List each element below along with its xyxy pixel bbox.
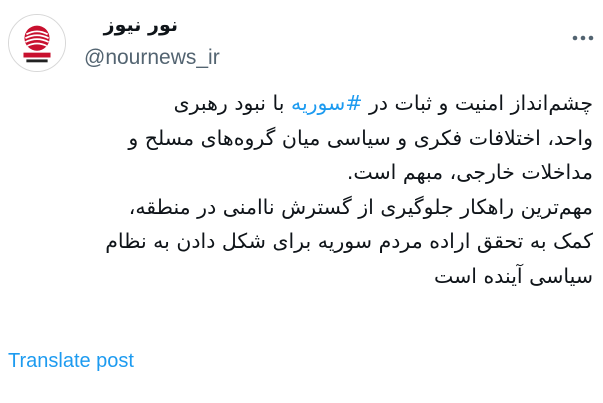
post-line: مهم‌ترین راهکار جلوگیری از گسترش ناامنی … xyxy=(128,194,593,219)
user-handle[interactable]: @nournews_ir xyxy=(84,46,220,70)
nournews-logo-icon xyxy=(9,15,65,71)
translate-post-link[interactable]: Translate post xyxy=(8,350,134,373)
post-line: مداخلات خارجی، مبهم است. xyxy=(346,160,593,184)
more-options-button[interactable] xyxy=(570,28,596,48)
post-text-segment: با نبود رهبری xyxy=(173,91,291,115)
post-text-segment: چشم‌انداز امنیت و ثبات در xyxy=(362,91,593,115)
avatar[interactable] xyxy=(8,14,66,72)
post-line: کمک به تحقق اراده مردم سوریه برای شکل دا… xyxy=(105,229,593,253)
post-card: نور نیوز @nournews_ir چشم‌انداز امنیت و … xyxy=(0,0,603,403)
display-name[interactable]: نور نیوز xyxy=(90,14,178,36)
post-text: چشم‌انداز امنیت و ثبات در #سوریه با نبود… xyxy=(13,86,593,293)
more-options-icon xyxy=(572,35,594,41)
post-line: چشم‌انداز امنیت و ثبات در #سوریه با نبود… xyxy=(13,86,593,121)
hashtag-link[interactable]: #سوریه xyxy=(291,91,363,115)
post-line: واحد، اختلافات فکری و سیاسی میان گروه‌ها… xyxy=(128,125,593,150)
post-line: سیاسی آینده است xyxy=(434,263,593,288)
